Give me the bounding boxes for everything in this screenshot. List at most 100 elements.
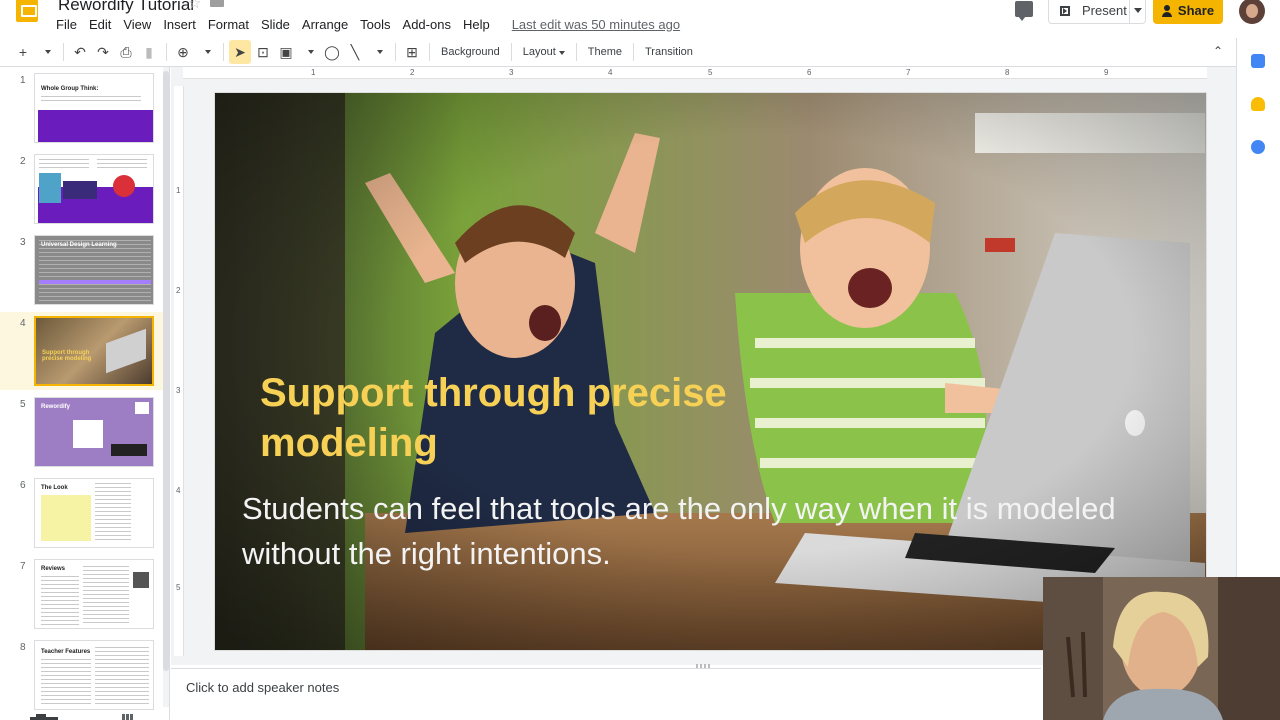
slide-thumbnail-5[interactable]: 5 Rewordify	[0, 393, 169, 471]
transition-button[interactable]: Transition	[639, 46, 699, 58]
thumbnail-title: Reviews	[41, 566, 66, 572]
toolbar-divider	[63, 43, 64, 61]
layout-button[interactable]: Layout	[517, 46, 571, 58]
menu-insert[interactable]: Insert	[157, 15, 202, 34]
comment-history-icon[interactable]	[1015, 1, 1033, 21]
star-icon[interactable]: ☆	[188, 0, 201, 12]
thumbnail-title: Universal Design Learning	[41, 242, 117, 248]
slide-thumbnail-8[interactable]: 8 Teacher Features	[0, 636, 169, 714]
theme-button[interactable]: Theme	[582, 46, 628, 58]
present-button[interactable]: Present	[1048, 0, 1146, 24]
last-edit-link[interactable]: Last edit was 50 minutes ago	[512, 17, 680, 32]
menu-format[interactable]: Format	[202, 15, 255, 34]
menu-slide[interactable]: Slide	[255, 15, 296, 34]
present-label: Present	[1082, 3, 1127, 18]
zoom-chevron-icon[interactable]	[195, 40, 217, 64]
grid-view-icon[interactable]	[122, 714, 134, 720]
vertical-ruler[interactable]: 1 2 3 4 5	[174, 86, 184, 656]
slides-logo-icon[interactable]	[16, 0, 38, 22]
thumbnail-preview: The Look	[34, 478, 154, 548]
tasks-icon[interactable]	[1251, 140, 1265, 154]
toolbar-divider	[510, 43, 512, 61]
paint-format-icon[interactable]: ▮	[138, 40, 160, 64]
webcam-overlay	[1043, 577, 1280, 720]
menu-view[interactable]: View	[117, 15, 157, 34]
slide-thumbnail-3[interactable]: 3 Universal Design Learning	[0, 231, 169, 309]
slide-thumbnail-2[interactable]: 2	[0, 150, 169, 228]
shape-icon[interactable]: ◯	[321, 40, 343, 64]
share-person-icon	[1161, 4, 1172, 17]
slide-number: 7	[20, 561, 26, 572]
share-button[interactable]: Share	[1153, 0, 1223, 24]
image-chevron-icon[interactable]	[298, 40, 320, 64]
filmstrip-scrollbar[interactable]	[163, 71, 169, 671]
collapse-menus-icon[interactable]: ⌃	[1213, 44, 1223, 58]
calendar-icon[interactable]	[1251, 54, 1265, 68]
slide-number: 6	[20, 480, 26, 491]
ruler-tick-label: 3	[176, 386, 181, 395]
line-chevron-icon[interactable]	[367, 40, 389, 64]
current-slide[interactable]: Support through precise modeling Student…	[215, 93, 1206, 650]
menu-tools[interactable]: Tools	[354, 15, 396, 34]
redo-icon[interactable]: ↷	[92, 40, 114, 64]
zoom-icon[interactable]: ⊕	[172, 40, 194, 64]
thumbnail-preview: Rewordify	[34, 397, 154, 467]
toolbar: + ↶ ↷ ⎙ ▮ ⊕ ➤ ⊡ ▣ ◯ ╲ ⊞ Background Layou…	[12, 38, 1232, 66]
slide-thumbnail-6[interactable]: 6 The Look	[0, 474, 169, 552]
line-icon[interactable]: ╲	[344, 40, 366, 64]
menu-help[interactable]: Help	[457, 15, 496, 34]
slide-thumbnail-1[interactable]: 1 Whole Group Think:	[0, 69, 169, 147]
ruler-tick-label: 2	[176, 286, 181, 295]
thumbnail-preview: Whole Group Think:	[34, 73, 154, 143]
slide-number: 8	[20, 642, 26, 653]
toolbar-divider	[166, 43, 167, 61]
ruler-tick-label: 7	[906, 68, 911, 77]
new-slide-chevron-icon[interactable]	[35, 40, 57, 64]
menu-arrange[interactable]: Arrange	[296, 15, 354, 34]
background-button[interactable]: Background	[435, 46, 506, 58]
add-comment-icon[interactable]: ⊞	[401, 40, 423, 64]
slide-body-text[interactable]: Students can feel that tools are the onl…	[242, 486, 1172, 576]
undo-icon[interactable]: ↶	[69, 40, 91, 64]
slide-number: 3	[20, 237, 26, 248]
text-box-icon[interactable]: ⊡	[252, 40, 274, 64]
ruler-tick-label: 9	[1104, 68, 1109, 77]
menu-add-ons[interactable]: Add-ons	[397, 15, 457, 34]
ruler-tick-label: 5	[708, 68, 713, 77]
thumbnail-preview	[34, 154, 154, 224]
select-cursor-icon[interactable]: ➤	[229, 40, 251, 64]
slide-title[interactable]: Support through precise modeling	[260, 368, 780, 468]
thumbnail-preview: Teacher Features	[34, 640, 154, 710]
present-divider	[1129, 0, 1130, 24]
menu-edit[interactable]: Edit	[83, 15, 117, 34]
present-icon	[1060, 5, 1070, 16]
thumbnail-preview: Support through precise modeling	[34, 316, 154, 386]
menu-bar: File Edit View Insert Format Slide Arran…	[50, 14, 680, 34]
toolbar-divider	[575, 43, 577, 61]
thumbnail-preview: Reviews	[34, 559, 154, 629]
account-avatar[interactable]	[1239, 0, 1265, 24]
document-title[interactable]: Rewordify Tutorial	[58, 0, 194, 15]
print-icon[interactable]: ⎙	[115, 40, 137, 64]
ruler-tick-label: 3	[509, 68, 514, 77]
slide-number: 2	[20, 156, 26, 167]
horizontal-ruler[interactable]: 1 2 3 4 5 6 7 8 9	[183, 67, 1207, 79]
speaker-notes[interactable]: Click to add speaker notes	[171, 668, 1041, 720]
new-slide-icon[interactable]: +	[12, 40, 34, 64]
toolbar-divider	[395, 43, 396, 61]
menu-file[interactable]: File	[50, 15, 83, 34]
thumbnail-title: The Look	[41, 485, 68, 491]
layout-chevron-icon	[558, 51, 565, 55]
ruler-tick-label: 4	[176, 486, 181, 495]
image-icon[interactable]: ▣	[275, 40, 297, 64]
thumbnail-title: Rewordify	[41, 404, 71, 410]
slide-thumbnail-4[interactable]: 4 Support through precise modeling	[0, 312, 169, 390]
ruler-tick-label: 1	[176, 186, 181, 195]
share-label: Share	[1177, 3, 1215, 18]
folder-icon[interactable]	[210, 0, 224, 7]
slide-thumbnail-7[interactable]: 7 Reviews	[0, 555, 169, 633]
present-options-chevron-icon[interactable]	[1134, 8, 1142, 13]
slide-number: 4	[20, 318, 26, 329]
keep-icon[interactable]	[1251, 97, 1265, 111]
ruler-tick-label: 1	[311, 68, 316, 77]
